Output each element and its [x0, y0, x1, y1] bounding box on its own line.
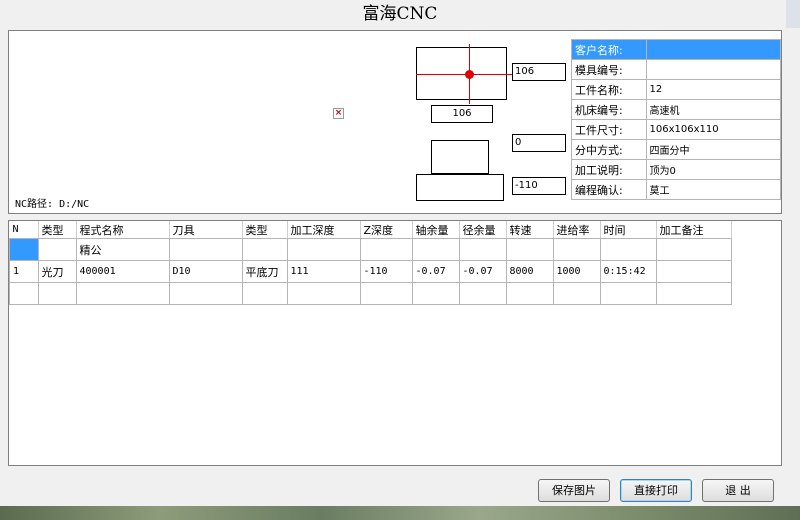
- column-header[interactable]: Z深度: [360, 221, 413, 239]
- column-header[interactable]: 转速: [506, 221, 554, 239]
- table-row: 1 光刀 400001 D10 平底刀 111 -110 -0.07 -0.07…: [9, 260, 732, 283]
- grid-cell[interactable]: [655, 238, 732, 261]
- info-row-customer: 客户名称:: [571, 39, 782, 60]
- info-value[interactable]: [645, 59, 782, 80]
- grid-cell[interactable]: [75, 282, 170, 305]
- column-header[interactable]: 类型: [38, 221, 77, 239]
- grid-cell[interactable]: D10: [168, 260, 243, 283]
- grid-cell[interactable]: [168, 282, 243, 305]
- info-label: 机床编号:: [571, 99, 647, 120]
- info-row-programmer: 编程确认: 莫工: [571, 179, 782, 200]
- grid-cell[interactable]: [655, 282, 732, 305]
- column-header[interactable]: 时间: [600, 221, 657, 239]
- grid-cell[interactable]: [458, 282, 507, 305]
- column-header[interactable]: 程式名称: [76, 221, 170, 239]
- grid-cell[interactable]: [411, 282, 460, 305]
- mid-value: 0: [512, 134, 566, 152]
- info-value[interactable]: 12: [645, 79, 782, 100]
- grid-cell[interactable]: 1000: [552, 260, 601, 283]
- grid-cell[interactable]: 精公: [75, 238, 170, 261]
- center-point-icon: [465, 70, 474, 79]
- title-decoration: [786, 0, 800, 28]
- grid-cell[interactable]: 111: [286, 260, 361, 283]
- grid-cell[interactable]: [411, 238, 460, 261]
- column-header[interactable]: N: [9, 221, 39, 239]
- info-row-mold: 模具编号:: [571, 59, 782, 80]
- grid-cell[interactable]: [359, 282, 413, 305]
- print-direct-button[interactable]: 直接打印: [620, 479, 692, 502]
- top-height-value: 106: [431, 105, 493, 123]
- grid-cell[interactable]: 平底刀: [241, 260, 288, 283]
- grid-cell[interactable]: [599, 238, 657, 261]
- column-header[interactable]: 加工备注: [656, 221, 732, 239]
- info-label: 编程确认:: [571, 179, 647, 200]
- grid-cell[interactable]: [599, 282, 657, 305]
- grid-header-row: N 类型 程式名称 刀具 类型 加工深度 Z深度 轴余量 径余量 转速 进给率 …: [9, 221, 732, 239]
- grid-cell[interactable]: [286, 282, 361, 305]
- info-row-size: 工件尺寸: 106x106x110: [571, 119, 782, 140]
- broken-image-icon: ×: [333, 108, 344, 119]
- info-value[interactable]: 四面分中: [645, 139, 782, 160]
- grid-cell[interactable]: [37, 282, 77, 305]
- grid-cell[interactable]: [458, 238, 507, 261]
- info-row-note: 加工说明: 顶为0: [571, 159, 782, 180]
- info-label: 分中方式:: [571, 139, 647, 160]
- grid-cell[interactable]: [286, 238, 361, 261]
- grid-cell[interactable]: 光刀: [37, 260, 77, 283]
- grid-cell[interactable]: 400001: [75, 260, 170, 283]
- column-header[interactable]: 加工深度: [287, 221, 361, 239]
- exit-button[interactable]: 退 出: [702, 479, 774, 502]
- grid-cell[interactable]: [241, 238, 288, 261]
- program-grid: N 类型 程式名称 刀具 类型 加工深度 Z深度 轴余量 径余量 转速 进给率 …: [9, 221, 732, 305]
- bottom-value: -110: [512, 177, 566, 195]
- info-label: 工件名称:: [571, 79, 647, 100]
- column-header[interactable]: 径余量: [459, 221, 507, 239]
- side-view-upper-block: [431, 140, 489, 174]
- grid-cell[interactable]: [168, 238, 243, 261]
- info-row-part: 工件名称: 12: [571, 79, 782, 100]
- column-header[interactable]: 进给率: [553, 221, 601, 239]
- info-label: 工件尺寸:: [571, 119, 647, 140]
- info-row-centering: 分中方式: 四面分中: [571, 139, 782, 160]
- info-label: 客户名称:: [571, 39, 647, 60]
- grid-cell[interactable]: 1: [9, 260, 39, 283]
- table-row: [9, 282, 732, 305]
- info-value[interactable]: 莫工: [645, 179, 782, 200]
- grid-cell[interactable]: [37, 238, 77, 261]
- column-header[interactable]: 刀具: [169, 221, 243, 239]
- grid-cell[interactable]: [505, 238, 554, 261]
- nc-path-label: NC路径: D:/NC: [15, 199, 90, 210]
- grid-cell[interactable]: -110: [359, 260, 413, 283]
- grid-cell[interactable]: 8000: [505, 260, 554, 283]
- info-row-machine: 机床编号: 高速机: [571, 99, 782, 120]
- table-row: 精公: [9, 238, 732, 261]
- grid-cell[interactable]: -0.07: [458, 260, 507, 283]
- grid-cell[interactable]: [552, 282, 601, 305]
- grid-cell[interactable]: [9, 238, 39, 261]
- grid-cell[interactable]: [552, 238, 601, 261]
- side-view-lower-block: [416, 174, 504, 201]
- program-grid-panel[interactable]: N 类型 程式名称 刀具 类型 加工深度 Z深度 轴余量 径余量 转速 进给率 …: [8, 220, 782, 466]
- info-label: 加工说明:: [571, 159, 647, 180]
- job-info-table: 客户名称: 模具编号: 工件名称: 12 机床编号: 高速机 工件尺寸: 106…: [571, 39, 782, 200]
- grid-cell[interactable]: [359, 238, 413, 261]
- column-header[interactable]: 轴余量: [412, 221, 460, 239]
- grid-cell[interactable]: [505, 282, 554, 305]
- desktop-background-strip: [0, 506, 800, 520]
- grid-cell[interactable]: [9, 282, 39, 305]
- info-value[interactable]: [645, 39, 782, 60]
- window-title: 富海CNC: [362, 4, 438, 24]
- grid-cell[interactable]: 0:15:42: [599, 260, 657, 283]
- grid-cell[interactable]: [655, 260, 732, 283]
- setup-preview-panel: × 106 106 0 -110 NC路径: D:/NC 客户名称: 模具编号:…: [8, 30, 782, 214]
- info-value[interactable]: 106x106x110: [645, 119, 782, 140]
- top-width-value: 106: [512, 63, 566, 81]
- column-header[interactable]: 类型: [242, 221, 288, 239]
- info-value[interactable]: 顶为0: [645, 159, 782, 180]
- save-image-button[interactable]: 保存图片: [538, 479, 610, 502]
- info-label: 模具编号:: [571, 59, 647, 80]
- grid-cell[interactable]: [241, 282, 288, 305]
- info-value[interactable]: 高速机: [645, 99, 782, 120]
- grid-cell[interactable]: -0.07: [411, 260, 460, 283]
